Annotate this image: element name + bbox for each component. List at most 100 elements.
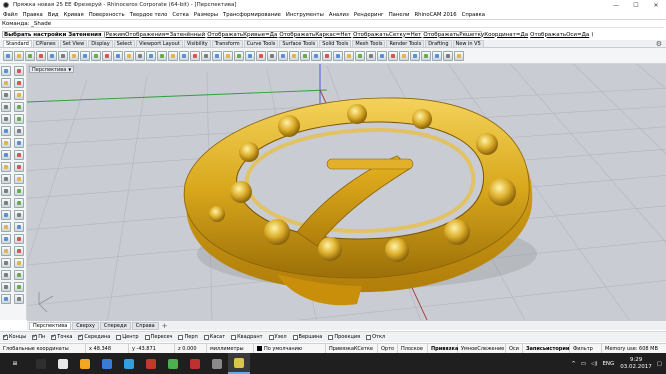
menu-surface[interactable]: Поверхность [89,12,125,18]
left-toolbar-tool-icon[interactable] [14,234,24,244]
toolbar-tool-icon[interactable] [168,50,178,61]
menu-view[interactable]: Вид [48,12,59,18]
left-toolbar-tool-icon[interactable] [1,138,11,148]
toolbar-tool-icon[interactable] [3,50,13,61]
left-toolbar-tool-icon[interactable] [14,78,24,88]
menu-rhinocam[interactable]: RhinoCAM 2016 [414,12,456,18]
osnap-checkbox[interactable] [292,334,298,340]
status-grid-snap[interactable]: ПривязкаКСетке [326,343,378,354]
menu-edit[interactable]: Правка [23,12,43,18]
toolbar-tool-icon[interactable] [454,50,464,61]
taskbar-app-icon[interactable] [96,353,118,374]
perspective-viewport[interactable]: Перспектива ▼ [27,64,666,320]
taskbar-app-icon[interactable] [52,353,74,374]
toolbar-tool-icon[interactable] [201,50,211,61]
left-toolbar-tool-icon[interactable] [14,294,24,304]
left-toolbar-tool-icon[interactable] [1,270,11,280]
osnap-item[interactable]: Квадрант [231,334,263,340]
tab-curve-tools[interactable]: Curve Tools [243,40,279,47]
toolbar-tool-icon[interactable] [157,50,167,61]
toolbar-tool-icon[interactable] [366,50,376,61]
menu-render[interactable]: Рендеринг [354,12,384,18]
osnap-item[interactable]: Пн [32,333,45,340]
tab-right[interactable]: Справа [131,321,159,330]
status-osnap[interactable]: Привязка [428,343,458,354]
toolbar-tool-icon[interactable] [47,50,57,61]
left-toolbar-tool-icon[interactable] [1,198,11,208]
left-toolbar-tool-icon[interactable] [14,198,24,208]
toolbar-tool-icon[interactable] [245,50,255,61]
osnap-item[interactable]: Центр [116,334,139,340]
osnap-item[interactable]: Проекция [328,334,360,340]
toolbar-tool-icon[interactable] [234,50,244,61]
toolbar-tool-icon[interactable] [212,50,222,61]
toolbar-tool-icon[interactable] [69,50,79,61]
taskbar-app-icon[interactable] [140,353,162,374]
left-toolbar-tool-icon[interactable] [1,282,11,292]
tab-transform[interactable]: Transform [211,40,243,47]
toolbar-tool-icon[interactable] [146,50,156,61]
toolbar-tool-icon[interactable] [223,50,233,61]
left-toolbar-tool-icon[interactable] [1,234,11,244]
tab-mesh-tools[interactable]: Mesh Tools [352,40,386,47]
tab-drafting[interactable]: Drafting [425,40,452,47]
osnap-checkbox[interactable] [78,333,83,340]
osnap-checkbox[interactable] [231,334,237,340]
toolbar-tool-icon[interactable] [179,50,189,61]
tray-clock[interactable]: 9:29 03.02.2017 [620,357,652,371]
left-toolbar-tool-icon[interactable] [14,270,24,280]
toolbar-tool-icon[interactable] [102,50,112,61]
toolbar-tool-icon[interactable] [14,50,24,61]
toolbar-tool-icon[interactable] [300,50,310,61]
menu-transform[interactable]: Трансформирование [223,12,281,18]
menu-file[interactable]: Файл [3,12,18,18]
status-smarttrack[interactable]: УмноеСлежение [458,343,506,354]
toolbar-options-gear-icon[interactable]: ⚙ [656,40,662,48]
toolbar-tool-icon[interactable] [410,50,420,61]
tab-top[interactable]: Сверху [72,321,99,330]
tab-set-view[interactable]: Set View [59,40,88,47]
maximize-button[interactable]: ☐ [626,0,646,10]
left-toolbar-tool-icon[interactable] [14,150,24,160]
tray-network-icon[interactable]: ▭ [581,361,586,367]
left-toolbar-tool-icon[interactable] [1,90,11,100]
tab-standard[interactable]: Standard [3,40,32,47]
tab-visibility[interactable]: Visibility [183,40,211,47]
option-show-axes[interactable]: ОтображатьОси=Да [530,32,589,38]
left-toolbar-tool-icon[interactable] [1,78,11,88]
toolbar-tool-icon[interactable] [322,50,332,61]
toolbar-tool-icon[interactable] [267,50,277,61]
toolbar-tool-icon[interactable] [80,50,90,61]
osnap-checkbox[interactable] [51,333,56,340]
option-display-mode[interactable]: РежимОтображения=Затенённый [106,32,206,38]
left-toolbar-tool-icon[interactable] [14,102,24,112]
tray-volume-icon[interactable]: ◁) [591,361,597,367]
left-toolbar-tool-icon[interactable] [1,210,11,220]
left-toolbar-tool-icon[interactable] [1,222,11,232]
osnap-checkbox[interactable] [328,334,334,340]
left-toolbar-tool-icon[interactable] [1,258,11,268]
toolbar-tool-icon[interactable] [25,50,35,61]
toolbar-tool-icon[interactable] [124,50,134,61]
toolbar-tool-icon[interactable] [135,50,145,61]
toolbar-tool-icon[interactable] [388,50,398,61]
add-viewport-tab-icon[interactable]: + [162,322,168,330]
left-toolbar-tool-icon[interactable] [14,222,24,232]
command-prompt[interactable]: Выбрать настройки Затенения ( РежимОтобр… [2,31,593,38]
menu-mesh[interactable]: Сетка [172,12,189,18]
osnap-item[interactable]: Перп [178,334,198,340]
status-filter[interactable]: Фильтр [570,343,602,354]
taskbar-app-icon[interactable] [206,353,228,374]
left-toolbar-tool-icon[interactable] [14,138,24,148]
left-toolbar-tool-icon[interactable] [14,66,24,76]
taskbar-app-icon[interactable] [162,353,184,374]
tab-viewport-layout[interactable]: Viewport Layout [136,40,183,47]
osnap-item[interactable]: Точка [51,333,72,340]
toolbar-tool-icon[interactable] [355,50,365,61]
tab-surface-tools[interactable]: Surface Tools [279,40,319,47]
toolbar-tool-icon[interactable] [399,50,409,61]
toolbar-tool-icon[interactable] [377,50,387,61]
tab-cplanes[interactable]: CPlanes [32,40,59,47]
taskbar-app-icon[interactable] [30,353,52,374]
toolbar-tool-icon[interactable] [58,50,68,61]
